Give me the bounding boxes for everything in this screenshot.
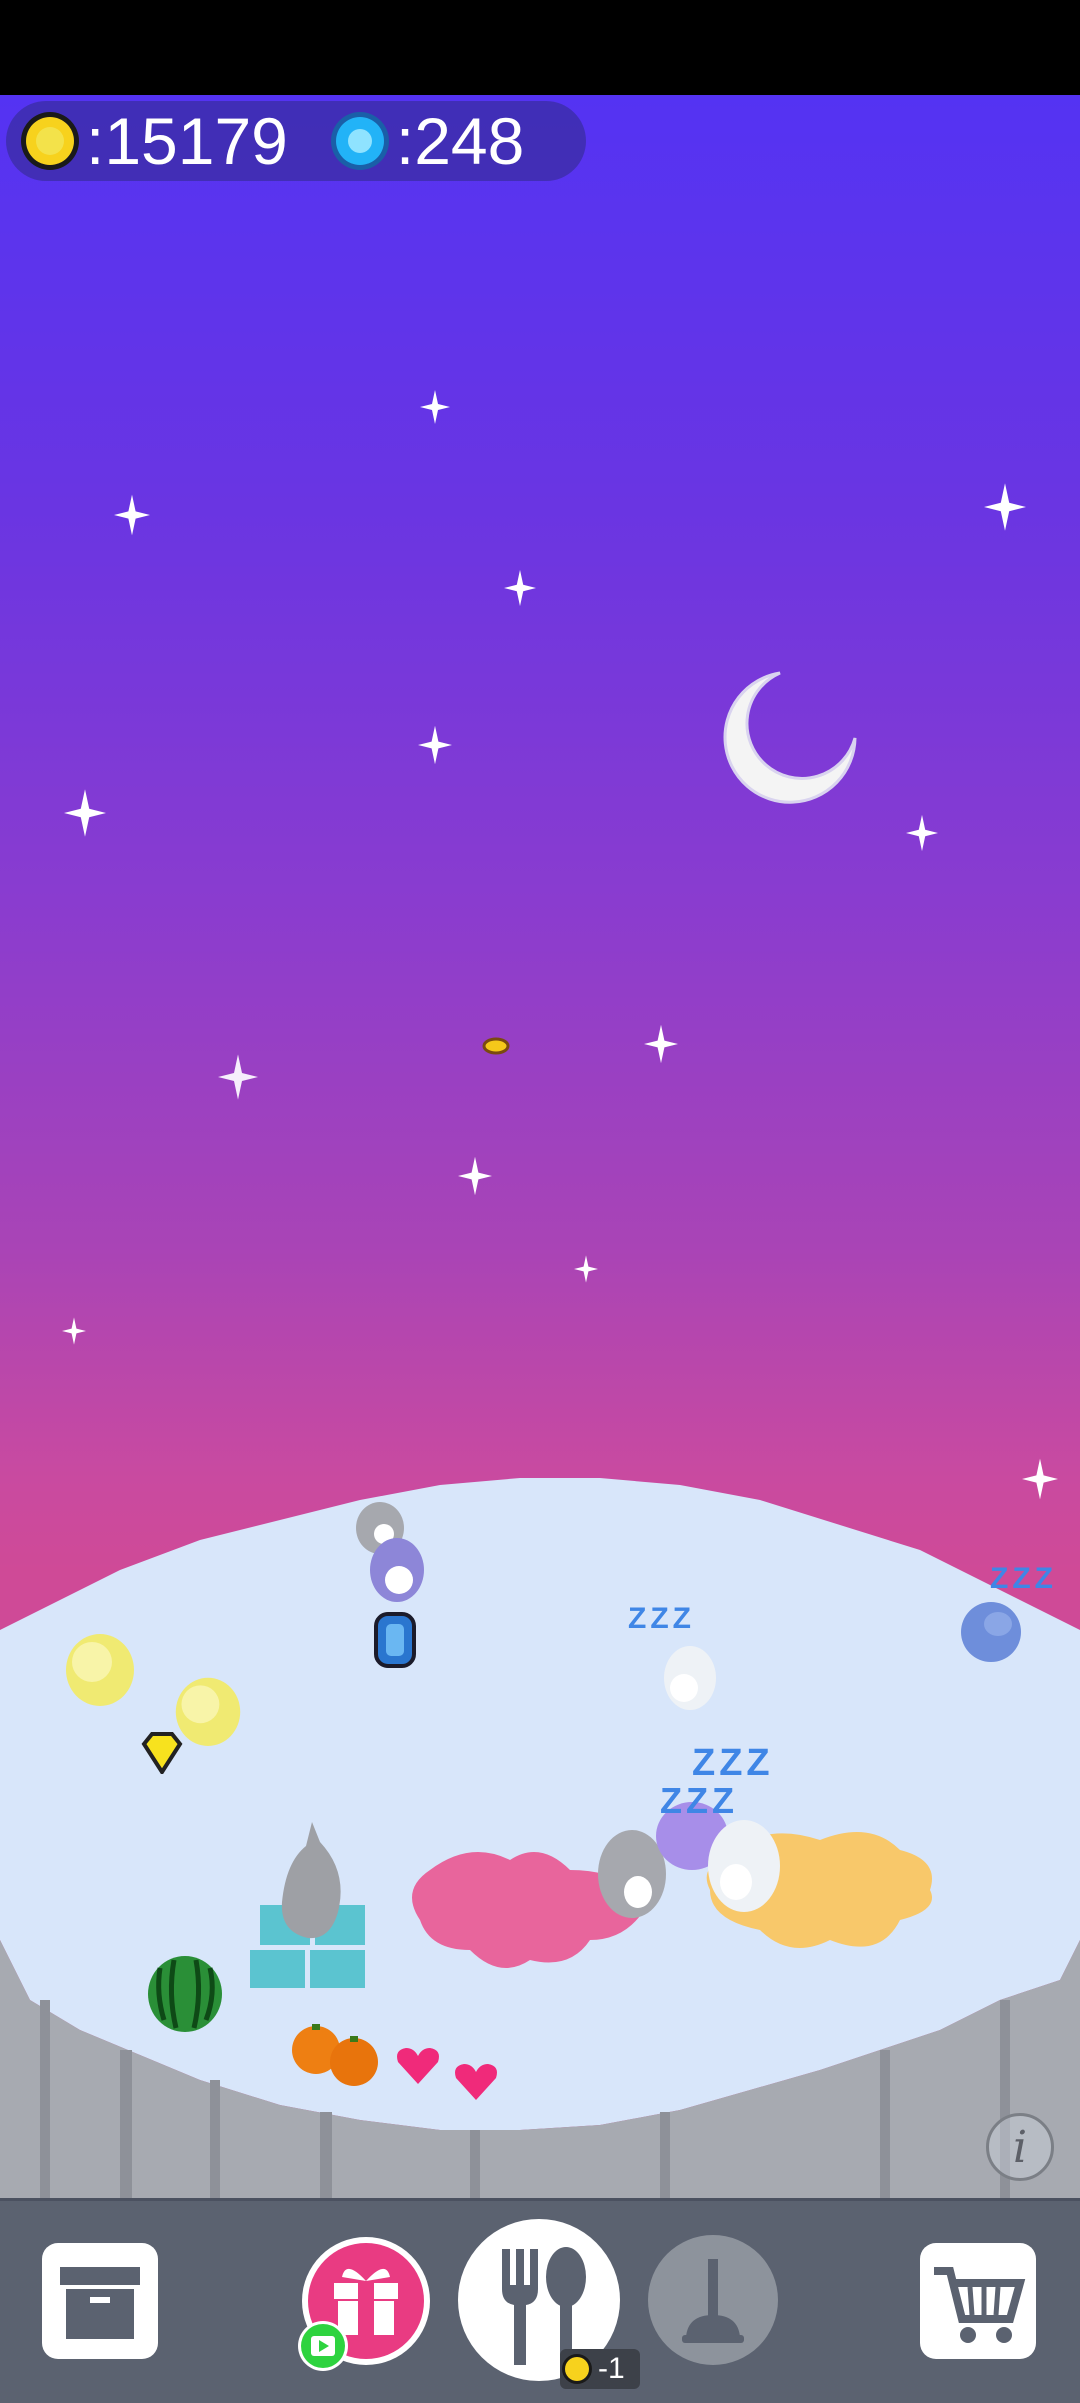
- shopping-cart-icon: [934, 2267, 1026, 2343]
- feed-cost-badge: -1: [560, 2349, 640, 2389]
- video-ad-badge[interactable]: [298, 2321, 348, 2371]
- coin-count: :15179: [86, 104, 288, 178]
- archive-button[interactable]: [42, 2243, 158, 2359]
- plunger-icon: [682, 2259, 744, 2343]
- archive-box-icon: [60, 2267, 140, 2339]
- blue-egg-creature[interactable]: [958, 1594, 1024, 1664]
- star-icon: [62, 1317, 86, 1345]
- star-icon: [218, 1054, 258, 1100]
- star-icon: [458, 1156, 492, 1196]
- crescent-moon-icon: [723, 671, 857, 804]
- star-icon: [644, 1024, 678, 1064]
- watermelon-item-icon[interactable]: [146, 1954, 224, 2034]
- feed-cost: -1: [598, 2352, 625, 2385]
- gray-bird-statue[interactable]: [272, 1822, 350, 1942]
- orange-fruit-icon[interactable]: [290, 2022, 380, 2088]
- star-icon: [984, 483, 1026, 531]
- yellow-egg-creature[interactable]: [62, 1628, 138, 1706]
- heart-icon[interactable]: [394, 2046, 442, 2086]
- heart-icon[interactable]: [452, 2062, 500, 2102]
- star-icon: [906, 814, 938, 852]
- star-icon: [420, 390, 450, 424]
- currency-hud: :15179 :248: [6, 101, 586, 181]
- bottom-toolbar: -1: [0, 2198, 1080, 2403]
- lavender-egg-creature[interactable]: [368, 1532, 426, 1604]
- info-button[interactable]: i: [986, 2113, 1054, 2181]
- star-icon: [574, 1255, 598, 1283]
- yellow-gem-item-icon[interactable]: [140, 1732, 184, 1774]
- play-icon: [301, 2324, 345, 2368]
- star-icon: [418, 725, 452, 765]
- gold-coin-icon: [562, 2354, 592, 2384]
- gold-coin-icon: [21, 112, 79, 170]
- white-egg-creature[interactable]: [706, 1812, 782, 1916]
- sleep-indicator: ZZZ: [660, 1780, 738, 1821]
- star-icon: [64, 789, 106, 837]
- gem-count: :248: [395, 104, 525, 178]
- blue-gem-icon: [330, 112, 389, 170]
- blue-gem-item-icon[interactable]: [372, 1610, 418, 1670]
- shop-button[interactable]: [920, 2243, 1036, 2359]
- sleep-indicator: ZZZ: [692, 1742, 774, 1784]
- sleep-indicator: ZZZ: [990, 1562, 1057, 1595]
- info-icon: i: [1012, 2121, 1028, 2173]
- star-icon: [504, 569, 536, 607]
- clean-button[interactable]: [648, 2235, 778, 2365]
- white-egg-creature[interactable]: [662, 1638, 718, 1712]
- sleep-indicator: ZZZ: [628, 1602, 695, 1635]
- status-bar: [0, 0, 1080, 95]
- floating-coin-icon[interactable]: [482, 1036, 510, 1056]
- star-icon: [114, 494, 150, 536]
